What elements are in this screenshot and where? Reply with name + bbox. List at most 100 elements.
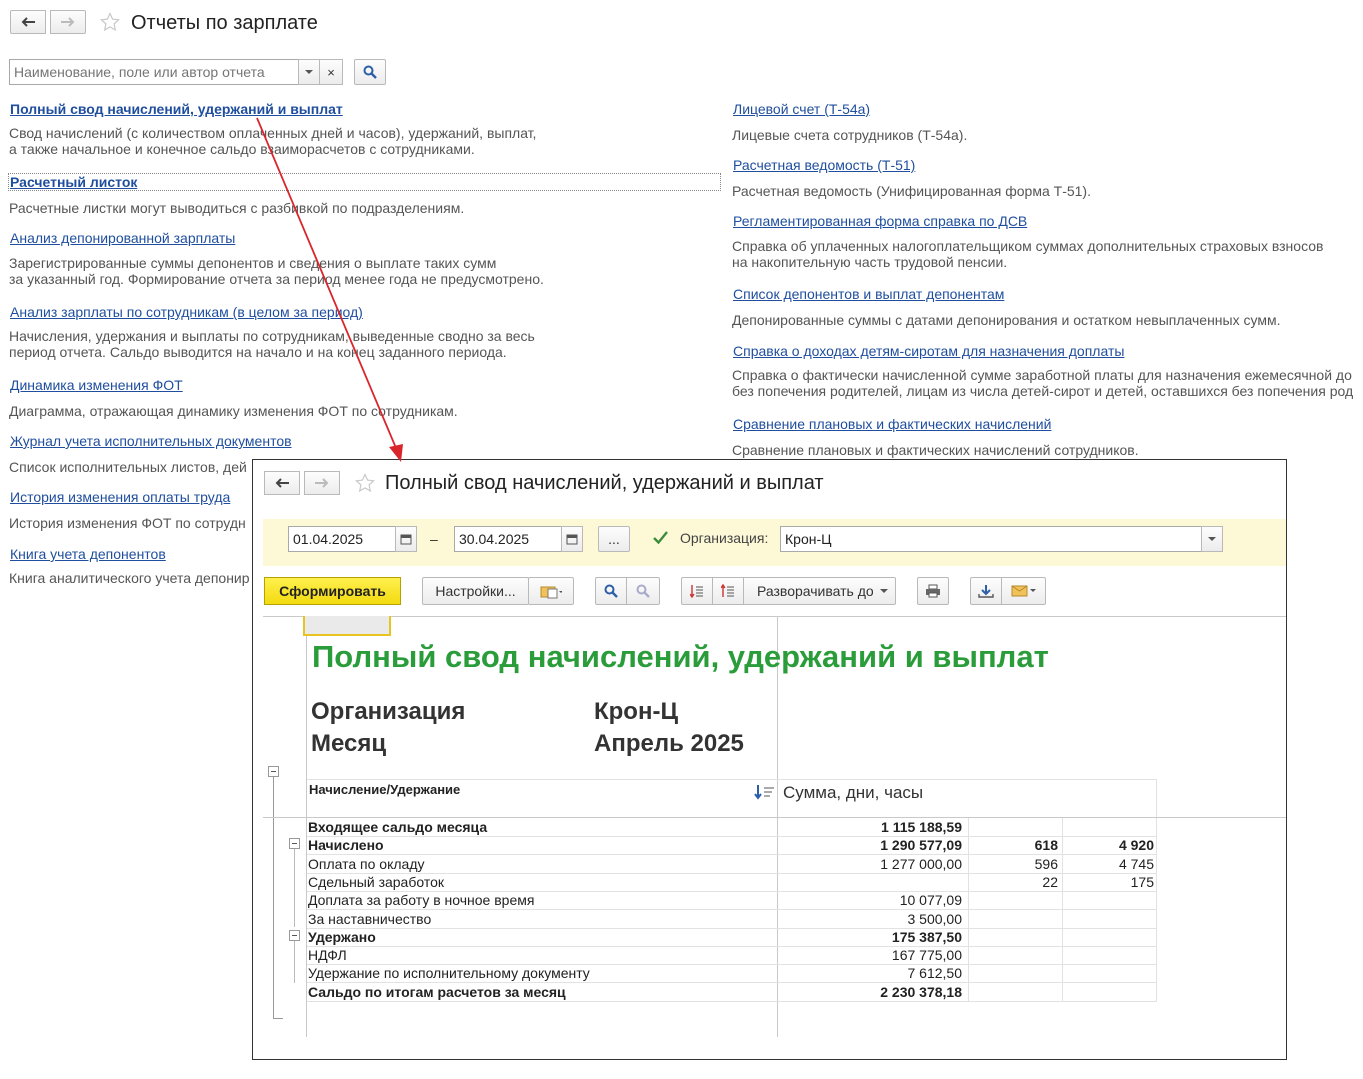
table-row: Начислено 1 290 577,09 618 4 920: [306, 836, 1156, 854]
find-next-button[interactable]: [626, 577, 660, 605]
report-title: Полный свод начислений, удержаний и выпл…: [312, 639, 1049, 674]
arrow-left-icon: [275, 478, 289, 488]
report-desc: Зарегистрированные суммы депонентов и св…: [9, 255, 497, 271]
forward-button[interactable]: [50, 10, 86, 34]
cell-name: За наставничество: [308, 911, 432, 927]
star-icon[interactable]: [100, 12, 120, 32]
report-desc: на накопительную часть трудовой пенсии.: [732, 254, 1008, 270]
group-collapse-toggle[interactable]: [289, 838, 300, 849]
col-header-name: Начисление/Удержание: [309, 782, 461, 797]
report-desc: период отчета. Сальдо выводится на начал…: [9, 344, 507, 360]
cell-name: Сальдо по итогам расчетов за месяц: [308, 984, 566, 1000]
date-dash: –: [430, 531, 438, 547]
report-link[interactable]: Анализ депонированной зарплаты: [10, 230, 235, 246]
org-dropdown-button[interactable]: [1201, 526, 1223, 552]
cell-days: [966, 964, 1058, 982]
report-link[interactable]: Справка о доходах детям-сиротам для назн…: [733, 343, 1124, 359]
back-button[interactable]: [10, 10, 46, 34]
report-link[interactable]: Расчетная ведомость (Т-51): [733, 157, 915, 173]
find-button[interactable]: [595, 577, 627, 605]
cell-sum: 2 230 378,18: [880, 984, 962, 1000]
period-select-button[interactable]: ...: [598, 526, 630, 552]
expand-to-button[interactable]: Разворачивать до: [743, 577, 896, 605]
report-forward-button[interactable]: [304, 471, 340, 495]
report-link[interactable]: Журнал учета исполнительных документов: [10, 433, 292, 449]
date-to-field[interactable]: 30.04.2025: [454, 526, 562, 552]
report-link[interactable]: Полный свод начислений, удержаний и выпл…: [10, 101, 343, 117]
cell-hours: [1062, 928, 1154, 946]
report-desc: Сравнение плановых и фактических начисле…: [732, 442, 1139, 458]
tree-line: [294, 849, 295, 927]
report-link[interactable]: Книга учета депонентов: [10, 546, 166, 562]
report-link[interactable]: Список депонентов и выплат депонентам: [733, 286, 1004, 302]
cell-hours: [1062, 964, 1154, 982]
expand-all-button[interactable]: [712, 577, 744, 605]
header-line: [307, 779, 1157, 780]
cell-sum: 175 387,50: [891, 929, 962, 945]
report-link[interactable]: История изменения оплаты труда: [10, 489, 230, 505]
report-desc: Расчетные листки могут выводиться с разб…: [9, 200, 465, 216]
search-button[interactable]: [354, 59, 386, 85]
group-collapse-toggle[interactable]: [268, 766, 279, 777]
cell-hours: 175: [1130, 874, 1154, 890]
settings-button[interactable]: Настройки...: [422, 577, 529, 605]
cell-days: [966, 818, 1058, 836]
org-field[interactable]: Крон-Ц: [780, 526, 1202, 552]
date-from-calendar-button[interactable]: [395, 526, 417, 552]
sort-desc-icon[interactable]: [753, 784, 775, 800]
col-line: [1062, 818, 1063, 1001]
date-from-field[interactable]: 01.04.2025: [288, 526, 396, 552]
report-link[interactable]: Расчетный листок: [10, 174, 137, 190]
header-line: [1156, 779, 1157, 817]
cell-days: 22: [1042, 874, 1058, 890]
table-row: За наставничество 3 500,00: [306, 910, 1156, 928]
search-clear-button[interactable]: ×: [319, 59, 343, 85]
report-desc: а также начальное и конечное сальдо взаи…: [9, 141, 475, 157]
collapse-all-button[interactable]: [681, 577, 713, 605]
report-back-button[interactable]: [264, 471, 300, 495]
cell-sum: 7 612,50: [907, 965, 963, 981]
checkbox-checked-icon[interactable]: [652, 529, 669, 546]
date-to-calendar-button[interactable]: [561, 526, 583, 552]
save-button[interactable]: [970, 577, 1002, 605]
report-desc: Начисления, удержания и выплаты по сотру…: [9, 328, 535, 344]
download-icon: [978, 585, 994, 598]
table-row: Сальдо по итогам расчетов за месяц 2 230 …: [306, 983, 1156, 1001]
cell-hours: 4 920: [1118, 837, 1154, 853]
report-link[interactable]: Динамика изменения ФОТ: [10, 377, 183, 393]
send-mail-button[interactable]: [1001, 577, 1046, 605]
arrow-left-icon: [21, 17, 35, 27]
report-desc: Диаграмма, отражающая динамику изменения…: [9, 403, 458, 419]
expand-to-label: Разворачивать до: [757, 583, 874, 599]
report-link[interactable]: Сравнение плановых и фактических начисле…: [733, 416, 1051, 432]
search-dropdown-button[interactable]: [298, 59, 320, 85]
report-link[interactable]: Анализ зарплаты по сотрудникам (в целом …: [10, 304, 363, 320]
search-input[interactable]: [9, 59, 299, 85]
cell-sum: 3 500,00: [907, 911, 963, 927]
cell-sum: 1 290 577,09: [880, 837, 962, 853]
col-line: [1156, 818, 1157, 1001]
group-collapse-toggle[interactable]: [289, 930, 300, 941]
report-link[interactable]: Регламентированная форма справка по ДСВ: [733, 213, 1027, 229]
report-desc: Справка об уплаченных налогоплательщиком…: [732, 238, 1324, 254]
star-icon[interactable]: [355, 473, 375, 493]
report-desc: Список исполнительных листов, дей: [9, 459, 247, 475]
report-window: Полный свод начислений, удержаний и выпл…: [252, 459, 1287, 1060]
cell-days: [966, 983, 1058, 1001]
cell-days: [966, 928, 1058, 946]
cell-hours: 4 745: [1118, 856, 1154, 872]
print-button[interactable]: [917, 577, 949, 605]
search-next-icon: [636, 584, 650, 598]
row-line: [307, 1001, 1157, 1002]
generate-button[interactable]: Сформировать: [264, 577, 401, 605]
report-desc: История изменения ФОТ по сотрудн: [9, 515, 246, 531]
report-desc: Депонированные суммы с датами депонирова…: [732, 312, 1281, 328]
table-row: Удержано 175 387,50: [306, 928, 1156, 946]
cell-name: Удержание по исполнительному документу: [308, 965, 590, 981]
cell-sum: 10 077,09: [899, 892, 962, 908]
chevron-down-icon: [305, 69, 313, 74]
report-link[interactable]: Лицевой счет (Т-54а): [733, 101, 870, 117]
table-row: НДФЛ 167 775,00: [306, 946, 1156, 964]
variants-button[interactable]: [528, 577, 574, 605]
cell-hours: [1062, 946, 1154, 964]
